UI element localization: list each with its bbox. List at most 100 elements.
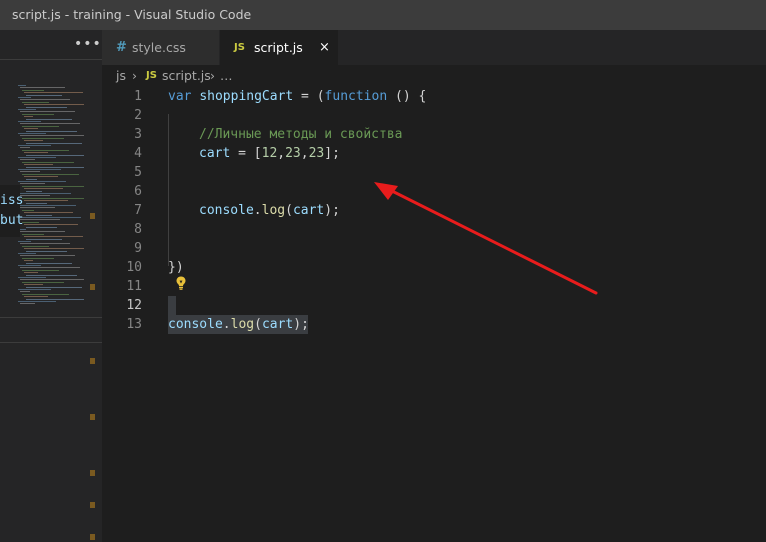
minimap-line — [18, 97, 31, 98]
minimap-line — [18, 109, 36, 110]
scroll-marker — [90, 284, 95, 290]
close-icon[interactable]: × — [319, 30, 330, 65]
line-number: 12 — [126, 298, 142, 313]
minimap-line — [26, 250, 67, 252]
minimap-line — [24, 236, 83, 238]
minimap-line — [26, 238, 62, 240]
punctuation: = [ — [230, 146, 262, 161]
minimap-line — [26, 106, 67, 108]
minimap-line — [22, 209, 34, 211]
scroll-marker — [90, 213, 95, 219]
cut-text-fragment: iss — [0, 193, 24, 208]
minimap-line — [26, 214, 52, 216]
tab-script-js[interactable]: JS script.js × — [220, 30, 338, 65]
minimap-line — [24, 212, 73, 214]
minimap-line — [18, 169, 61, 170]
minimap-line — [22, 101, 49, 103]
identifier: cart — [292, 203, 325, 218]
chevron-right-icon: › — [132, 68, 137, 83]
punctuation: ); — [324, 203, 340, 218]
annotation-arrow — [374, 182, 598, 295]
minimap-line — [22, 293, 69, 295]
punctuation: ( — [254, 317, 262, 332]
minimap-line — [24, 224, 78, 226]
function-name: log — [261, 203, 286, 218]
breadcrumb-symbol[interactable]: … — [220, 65, 233, 87]
minimap-line — [18, 205, 76, 206]
scroll-marker — [90, 470, 95, 476]
minimap-line — [22, 269, 59, 271]
chevron-right-icon: › — [210, 68, 215, 83]
minimap-line — [24, 248, 84, 250]
cut-text-fragment: but — [0, 213, 24, 228]
minimap-line — [26, 178, 37, 180]
line-number: 13 — [126, 317, 142, 332]
punctuation: () { — [387, 89, 427, 104]
more-actions-button[interactable]: ••• — [74, 36, 102, 52]
minimap-line — [20, 207, 55, 209]
minimap-line — [20, 195, 50, 197]
minimap-line — [24, 200, 68, 202]
css-file-icon: # — [116, 40, 127, 55]
identifier: shoppingCart — [199, 89, 294, 104]
line-number: 5 — [134, 165, 142, 180]
minimap-line — [22, 185, 84, 187]
minimap-line — [24, 92, 83, 94]
code-line-13: console.log(cart); — [168, 315, 309, 334]
line-number: 6 — [134, 184, 142, 199]
line-number: 3 — [134, 127, 142, 142]
identifier: console — [199, 203, 254, 218]
minimap-line — [18, 181, 66, 182]
minimap-line — [24, 164, 53, 166]
tab-style-css[interactable]: # style.css — [102, 30, 219, 65]
identifier: cart — [261, 317, 294, 332]
minimap-line — [18, 217, 81, 218]
minimap-line — [26, 130, 77, 132]
editor-tabs: # style.css JS script.js × — [102, 30, 766, 65]
minimap-line — [26, 118, 72, 120]
lightbulb-icon[interactable] — [174, 275, 188, 291]
breadcrumb-folder[interactable]: js — [116, 65, 126, 87]
minimap-line — [20, 231, 65, 233]
minimap-line — [26, 166, 84, 168]
minimap-line — [24, 116, 33, 118]
minimap-line — [20, 147, 30, 149]
minimap-line — [26, 202, 47, 204]
keyword: function — [324, 89, 388, 104]
minimap-line — [22, 125, 59, 127]
minimap-line — [26, 262, 72, 264]
code-editor[interactable]: 1 2 3 4 5 6 7 8 9 10 11 12 13 var shoppingCart = (fu… — [102, 87, 766, 542]
minimap-line — [18, 133, 46, 134]
line-number: 9 — [134, 241, 142, 256]
minimap-line — [20, 87, 65, 89]
minimap-line — [24, 128, 38, 130]
minimap-line — [18, 157, 56, 158]
identifier: cart — [199, 146, 231, 161]
window-title: script.js - training - Visual Studio Cod… — [12, 7, 252, 22]
line-number: 7 — [134, 203, 142, 218]
breadcrumb-file[interactable]: script.js — [162, 65, 211, 87]
punctuation: ); — [293, 317, 309, 332]
minimap-line — [20, 243, 70, 245]
minimap-line — [18, 289, 51, 290]
minimap-line — [20, 303, 35, 305]
pane-divider — [0, 59, 102, 60]
js-file-icon: JS — [146, 70, 157, 81]
minimap-line — [20, 159, 35, 161]
minimap-line — [26, 94, 62, 96]
minimap-line — [26, 298, 84, 300]
scroll-marker — [90, 502, 95, 508]
punctuation: = ( — [293, 89, 325, 104]
minimap-line — [20, 123, 80, 125]
minimap-line — [22, 197, 84, 199]
minimap-line — [22, 281, 64, 283]
minimap-line — [18, 265, 41, 266]
minimap-line — [24, 260, 33, 262]
minimap-line — [18, 193, 71, 194]
keyword: var — [168, 89, 192, 104]
line-number: 2 — [134, 108, 142, 123]
punctuation: }) — [168, 260, 184, 275]
minimap-line — [20, 135, 84, 137]
pane-divider — [0, 342, 102, 343]
number: 23 — [285, 146, 301, 161]
